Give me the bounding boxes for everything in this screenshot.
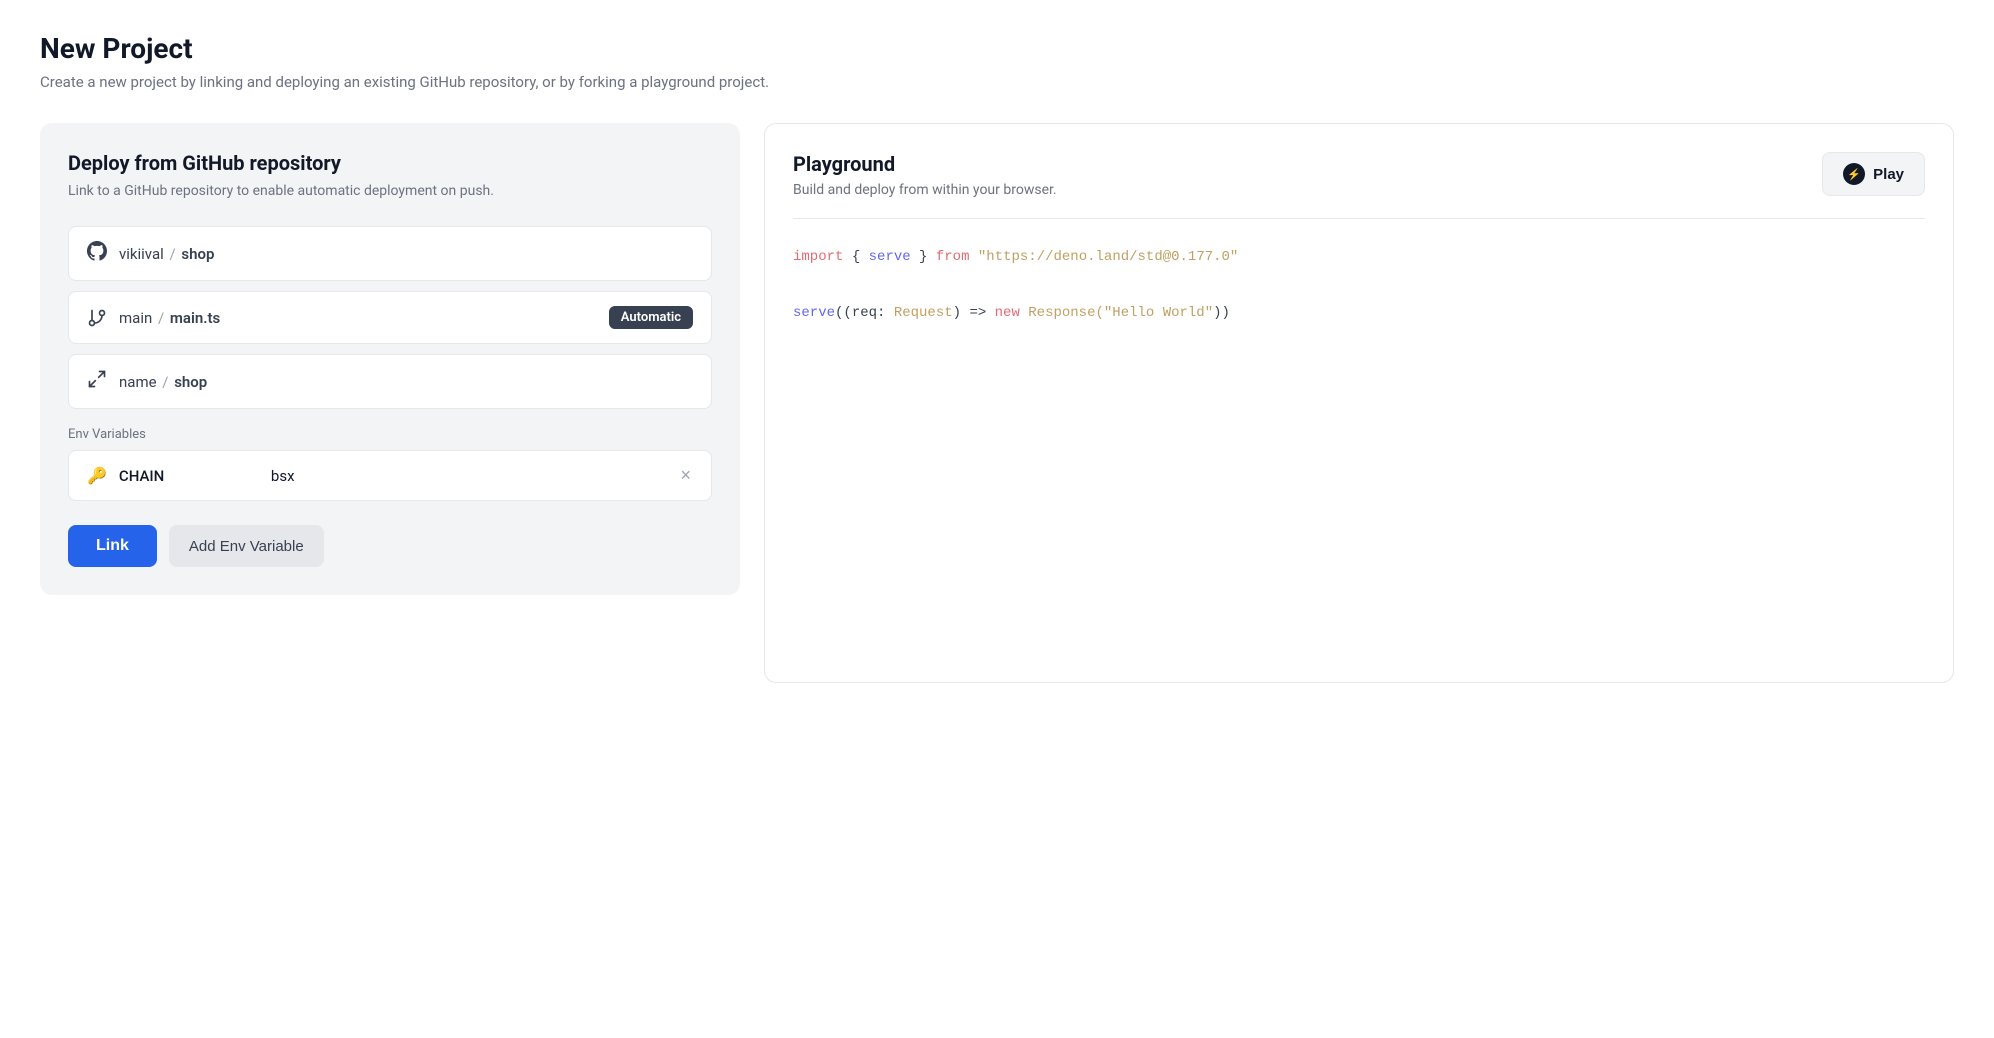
code-line-3: serve((req: Request) => new Response("He… <box>793 299 1925 327</box>
branch-icon <box>87 308 107 328</box>
name-row[interactable]: name / shop <box>68 354 712 409</box>
rename-icon <box>87 369 107 394</box>
env-label: Env Variables <box>68 427 712 442</box>
env-close-button[interactable]: × <box>678 463 693 488</box>
deploy-panel-title: Deploy from GitHub repository <box>68 151 712 175</box>
playground-subtitle: Build and deploy from within your browse… <box>793 182 1057 198</box>
deploy-panel: Deploy from GitHub repository Link to a … <box>40 123 740 595</box>
name-label: name / shop <box>119 373 207 391</box>
page-subtitle: Create a new project by linking and depl… <box>40 73 1954 91</box>
key-icon: 🔑 <box>87 466 107 485</box>
link-button[interactable]: Link <box>68 525 157 567</box>
play-icon: ⚡ <box>1843 163 1865 185</box>
page-title: New Project <box>40 32 1954 65</box>
env-variable-row[interactable]: 🔑 CHAIN × <box>68 450 712 501</box>
env-value-input[interactable] <box>271 467 667 485</box>
playground-title-area: Playground Build and deploy from within … <box>793 152 1057 198</box>
main-layout: Deploy from GitHub repository Link to a … <box>40 123 1954 683</box>
branch-label: main / main.ts <box>119 309 220 327</box>
playground-header: Playground Build and deploy from within … <box>793 152 1925 219</box>
play-button[interactable]: ⚡ Play <box>1822 152 1925 196</box>
deploy-panel-subtitle: Link to a GitHub repository to enable au… <box>68 181 712 202</box>
code-line-1: import { serve } from "https://deno.land… <box>793 243 1925 271</box>
add-env-button[interactable]: Add Env Variable <box>169 525 324 567</box>
play-label: Play <box>1873 166 1904 183</box>
playground-title: Playground <box>793 152 1057 176</box>
code-editor: import { serve } from "https://deno.land… <box>793 243 1925 327</box>
github-icon <box>87 241 107 266</box>
page-header: New Project Create a new project by link… <box>40 32 1954 91</box>
branch-row[interactable]: main / main.ts Automatic <box>68 291 712 344</box>
repo-row[interactable]: vikiival / shop <box>68 226 712 281</box>
automatic-badge: Automatic <box>609 306 693 329</box>
code-line-2 <box>793 271 1925 299</box>
repo-label: vikiival / shop <box>119 245 214 263</box>
env-key: CHAIN <box>119 467 259 485</box>
action-buttons: Link Add Env Variable <box>68 525 712 567</box>
playground-panel: Playground Build and deploy from within … <box>764 123 1954 683</box>
